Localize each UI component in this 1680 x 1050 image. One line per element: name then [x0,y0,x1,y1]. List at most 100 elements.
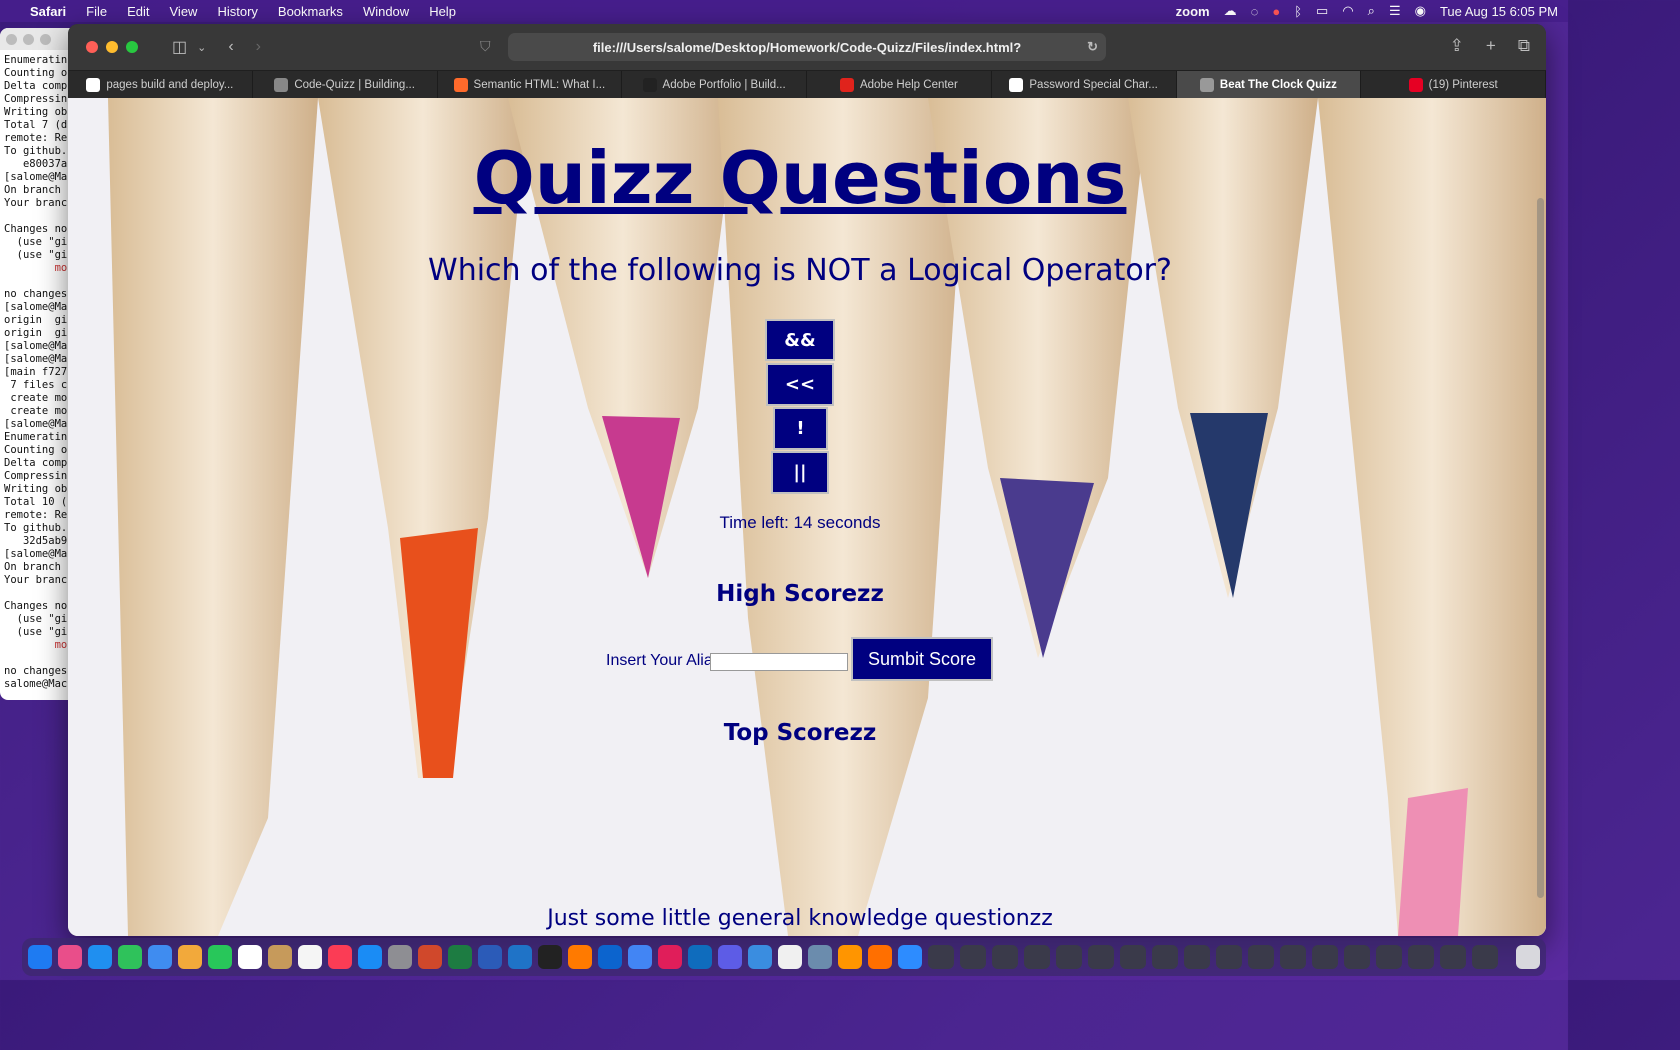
dock-app-icon[interactable] [568,945,592,969]
answer-button-4[interactable]: || [771,451,829,494]
dock-window-thumbnail[interactable] [1280,945,1306,969]
browser-tab[interactable]: Semantic HTML: What I... [438,71,623,99]
dock-app-icon[interactable] [208,945,232,969]
dock-app-icon[interactable] [118,945,142,969]
submit-score-button[interactable]: Sumbit Score [851,637,993,681]
terminal-line: Delta comp [4,457,68,469]
dock-window-thumbnail[interactable] [1344,945,1370,969]
dock-app-icon[interactable] [358,945,382,969]
menu-bookmarks[interactable]: Bookmarks [278,4,343,19]
dock-app-icon[interactable] [58,945,82,969]
tab-overview-icon[interactable]: ⧉ [1518,36,1530,56]
dock-app-icon[interactable] [418,945,442,969]
browser-tab[interactable]: Adobe Portfolio | Build... [622,71,807,99]
control-center-icon[interactable]: ☰ [1389,3,1401,19]
dock-app-icon[interactable] [508,945,532,969]
alias-input[interactable] [710,653,848,671]
dock-app-icon[interactable] [688,945,712,969]
dock-app-icon[interactable] [478,945,502,969]
dock-window-thumbnail[interactable] [1376,945,1402,969]
dock-window-thumbnail[interactable] [1216,945,1242,969]
dock-window-thumbnail[interactable] [1152,945,1178,969]
forward-button[interactable]: › [256,38,261,56]
share-icon[interactable]: ⇪ [1450,36,1464,56]
dock-window-thumbnail[interactable] [1056,945,1082,969]
menu-file[interactable]: File [86,4,107,19]
menu-window[interactable]: Window [363,4,409,19]
back-button[interactable]: ‹ [228,38,233,56]
search-icon[interactable]: ⌕ [1368,3,1375,19]
trash-icon[interactable] [1516,945,1540,969]
menu-view[interactable]: View [170,4,198,19]
address-bar[interactable]: file:///Users/salome/Desktop/Homework/Co… [508,33,1106,61]
browser-tab[interactable]: (19) Pinterest [1361,71,1546,99]
wifi-icon[interactable]: ◠ [1342,3,1353,19]
menu-edit[interactable]: Edit [127,4,149,19]
close-window-button[interactable] [86,41,98,53]
siri-icon[interactable]: ◉ [1415,3,1426,19]
dock-app-icon[interactable] [448,945,472,969]
dock-window-thumbnail[interactable] [1248,945,1274,969]
browser-tab[interactable]: Code-Quizz | Building... [253,71,438,99]
dock-app-icon[interactable] [778,945,802,969]
tab-label: Beat The Clock Quizz [1219,79,1337,91]
dock-window-thumbnail[interactable] [992,945,1018,969]
browser-tab[interactable]: Beat The Clock Quizz [1176,71,1362,99]
zoom-window-button[interactable] [126,41,138,53]
dock-app-icon[interactable] [268,945,292,969]
chevron-down-icon[interactable]: ⌄ [197,41,206,54]
dock-window-thumbnail[interactable] [1120,945,1146,969]
dock-window-thumbnail[interactable] [1440,945,1466,969]
dock-window-thumbnail[interactable] [1088,945,1114,969]
dock-window-thumbnail[interactable] [1312,945,1338,969]
dock-app-icon[interactable] [598,945,622,969]
dock-app-icon[interactable] [868,945,892,969]
dock-app-icon[interactable] [628,945,652,969]
browser-tab[interactable]: Password Special Char... [992,71,1177,99]
dock-app-icon[interactable] [718,945,742,969]
dock-window-thumbnail[interactable] [1472,945,1498,969]
dock-app-icon[interactable] [748,945,772,969]
dock-window-thumbnail[interactable] [1184,945,1210,969]
dock-window-thumbnail[interactable] [1024,945,1050,969]
menu-history[interactable]: History [217,4,257,19]
safari-window: ◫ ⌄ ‹ › ⛉ file:///Users/salome/Desktop/H… [68,24,1546,936]
page-scrollbar[interactable] [1537,198,1544,898]
dock-app-icon[interactable] [538,945,562,969]
loading-icon[interactable]: ◌ [1251,4,1259,19]
menu-clock[interactable]: Tue Aug 15 6:05 PM [1440,4,1558,19]
dock-window-thumbnail[interactable] [1408,945,1434,969]
answer-button-3[interactable]: ! [773,407,828,450]
dock-app-icon[interactable] [28,945,52,969]
browser-tab[interactable]: Adobe Help Center [807,71,992,99]
dock-app-icon[interactable] [88,945,112,969]
battery-icon[interactable]: ▭ [1316,3,1328,19]
dock-app-icon[interactable] [898,945,922,969]
answer-button-1[interactable]: && [765,319,835,361]
notification-icon[interactable]: ● [1272,4,1280,19]
dock-app-icon[interactable] [808,945,832,969]
answer-button-2[interactable]: << [766,363,834,406]
new-tab-icon[interactable]: + [1486,36,1496,56]
menu-help[interactable]: Help [429,4,456,19]
reload-icon[interactable]: ↻ [1087,39,1098,55]
bluetooth-icon[interactable]: ᛒ [1294,4,1302,19]
minimize-window-button[interactable] [106,41,118,53]
dock-app-icon[interactable] [328,945,352,969]
dock-window-thumbnail[interactable] [928,945,954,969]
creative-cloud-icon[interactable]: ☁ [1224,3,1237,19]
dock-app-icon[interactable] [178,945,202,969]
dock-app-icon[interactable] [838,945,862,969]
privacy-shield-icon[interactable]: ⛉ [480,38,494,54]
dock-app-icon[interactable] [298,945,322,969]
menu-app-name[interactable]: Safari [30,4,66,19]
zoom-status[interactable]: zoom [1176,4,1210,19]
browser-tab[interactable]: pages build and deploy... [68,71,253,99]
dock-app-icon[interactable] [148,945,172,969]
sidebar-toggle-icon[interactable]: ◫ [172,37,187,57]
dock-window-thumbnail[interactable] [960,945,986,969]
terminal-window[interactable]: Enumeratin Counting o Delta comp Compres… [0,28,72,700]
dock-app-icon[interactable] [658,945,682,969]
dock-app-icon[interactable] [238,945,262,969]
dock-app-icon[interactable] [388,945,412,969]
